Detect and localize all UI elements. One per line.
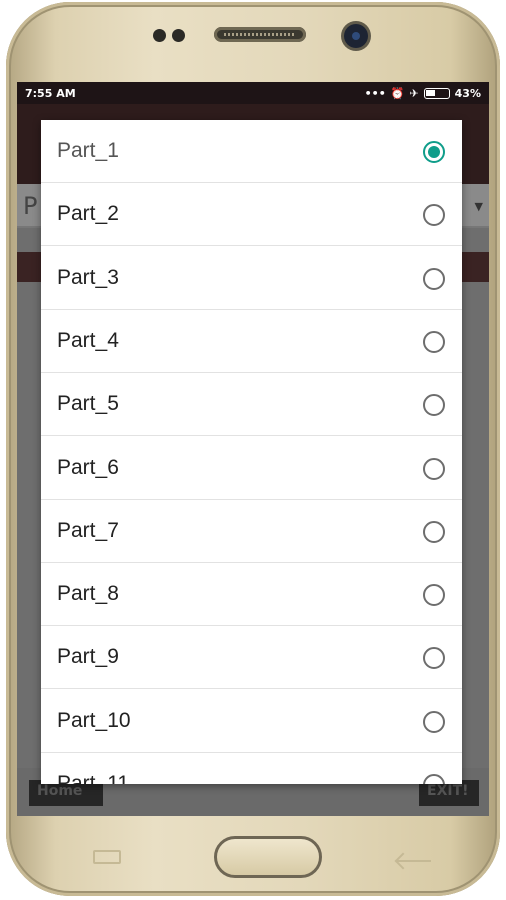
- radio-option[interactable]: Part_1: [41, 120, 462, 183]
- radio-unchecked-icon[interactable]: [423, 267, 445, 290]
- radio-option[interactable]: Part_8: [41, 563, 462, 627]
- phone-nav-area: [17, 816, 489, 878]
- radio-unchecked-icon[interactable]: [423, 710, 445, 733]
- radio-checked-icon[interactable]: [423, 141, 445, 163]
- radio-option-label: Part_7: [57, 518, 119, 542]
- radio-unchecked-icon[interactable]: [423, 774, 445, 784]
- earpiece-speaker: [214, 27, 306, 42]
- radio-unchecked-icon[interactable]: [423, 520, 445, 543]
- part-select-dialog: Part_1 Part_2 Part_3 Part_4 Part_5 Part_6 Part…: [41, 120, 462, 784]
- front-camera-icon: [344, 24, 368, 48]
- radio-option[interactable]: Part_2: [41, 183, 462, 247]
- radio-option[interactable]: Part_10: [41, 690, 462, 753]
- radio-option[interactable]: Part_7: [41, 500, 462, 563]
- battery-level: 43%: [454, 86, 481, 100]
- radio-unchecked-icon[interactable]: [423, 647, 445, 670]
- home-button[interactable]: [214, 836, 322, 878]
- status-bar: 7:55 AM ••• ⏰ ✈ 43%: [17, 82, 489, 104]
- recent-apps-key-icon[interactable]: [93, 850, 121, 864]
- radio-option[interactable]: Part_5: [41, 373, 462, 437]
- dropdown-arrow-icon: ▼: [474, 200, 483, 213]
- back-key-icon[interactable]: [397, 852, 431, 862]
- radio-option-label: Part_4: [57, 328, 119, 352]
- alarm-icon: ⏰: [390, 86, 405, 100]
- radio-option-label: Part_5: [57, 392, 119, 416]
- radio-option-label: Part_9: [57, 645, 119, 669]
- radio-option-label: Part_2: [57, 202, 119, 226]
- radio-option-label: Part_8: [57, 582, 119, 606]
- radio-unchecked-icon[interactable]: [423, 584, 445, 607]
- airplane-icon: ✈: [409, 86, 419, 100]
- more-dots-icon: •••: [364, 86, 386, 100]
- radio-option[interactable]: Part_3: [41, 247, 462, 310]
- status-icons: ••• ⏰ ✈ 43%: [365, 87, 481, 100]
- radio-unchecked-icon[interactable]: [423, 204, 445, 227]
- spinner-text-fragment: P: [23, 192, 38, 220]
- radio-unchecked-icon[interactable]: [423, 394, 445, 417]
- battery-icon: [423, 87, 450, 99]
- status-time: 7:55 AM: [25, 86, 76, 100]
- screen: 7:55 AM ••• ⏰ ✈ 43% P ▼ Home EXIT! Part_…: [17, 82, 489, 816]
- radio-option[interactable]: Part_4: [41, 310, 462, 373]
- radio-option-label: Part_11: [57, 772, 129, 784]
- radio-option[interactable]: Part_9: [41, 626, 462, 690]
- sensor-dots: [153, 29, 189, 43]
- radio-option-label: Part_3: [57, 265, 119, 289]
- radio-option-label: Part_10: [57, 708, 131, 732]
- radio-unchecked-icon[interactable]: [423, 330, 445, 353]
- radio-unchecked-icon[interactable]: [423, 457, 445, 480]
- radio-option[interactable]: Part_6: [41, 437, 462, 500]
- radio-option-label: Part_6: [57, 455, 119, 479]
- radio-option[interactable]: Part_11: [41, 753, 462, 784]
- radio-option-label: Part_1: [57, 139, 119, 162]
